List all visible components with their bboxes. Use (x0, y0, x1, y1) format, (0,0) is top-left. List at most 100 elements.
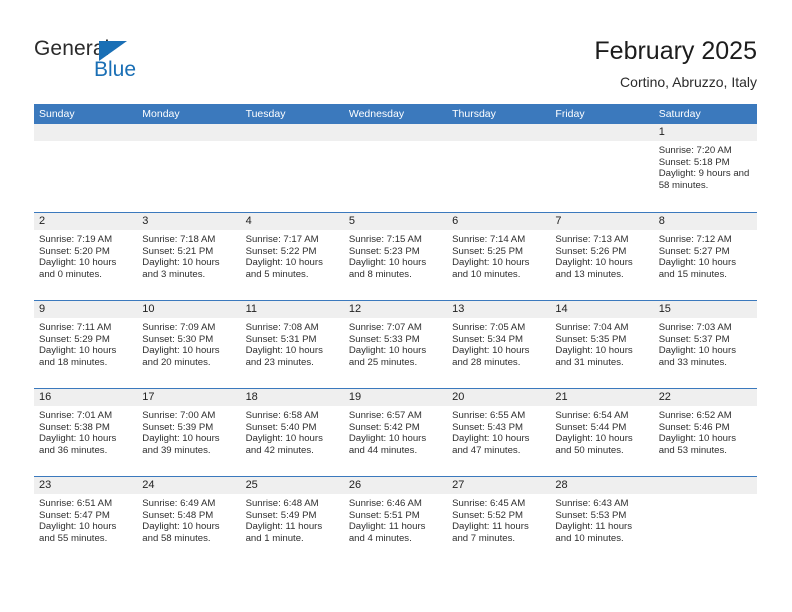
day-number-band (343, 124, 448, 141)
calendar-day-cell[interactable]: 8 Sunrise: 7:12 AM Sunset: 5:27 PM Daylight… (653, 213, 757, 300)
day-number: 27 (452, 479, 465, 491)
sunrise-text: Sunrise: 7:09 AM (142, 322, 216, 333)
day-number: 22 (658, 391, 671, 403)
sunrise-text: Sunrise: 6:46 AM (348, 498, 422, 509)
sunrise-text: Sunrise: 7:13 AM (555, 234, 629, 245)
calendar-day-cell[interactable]: 6 Sunrise: 7:14 AM Sunset: 5:25 PM Daylight… (447, 213, 551, 300)
calendar-week-row: 23 Sunrise: 6:51 AM Sunset: 5:47 PM Dayligh… (34, 476, 757, 564)
calendar-day-cell[interactable]: 10 Sunrise: 7:09 AM Sunset: 5:30 PM Dayligh… (137, 301, 241, 388)
calendar-day-cell[interactable]: 24 Sunrise: 6:49 AM Sunset: 5:48 PM Dayligh… (137, 477, 241, 564)
day-number-band: 10 (137, 301, 241, 318)
calendar-day-cell-empty (34, 124, 138, 212)
sunset-text: Sunset: 5:47 PM (39, 509, 110, 521)
title-block: February 2025 Cortino, Abruzzo, Italy (594, 36, 757, 92)
sunrise-text: Sunrise: 6:54 AM (555, 410, 629, 421)
day-number-band: 27 (447, 477, 551, 494)
day-number-band: 7 (550, 213, 654, 230)
weekday-header-row: Sunday Monday Tuesday Wednesday Thursday… (34, 104, 757, 124)
daylight-text: Daylight: 10 hours and 33 minutes. (658, 345, 737, 368)
sunset-text: Sunset: 5:29 PM (39, 333, 110, 345)
calendar-day-cell-empty (550, 124, 654, 212)
day-number: 4 (245, 215, 252, 227)
day-number-band: 9 (34, 301, 138, 318)
day-number: 21 (555, 391, 568, 403)
sunset-text: Sunset: 5:27 PM (658, 245, 730, 257)
calendar-day-cell[interactable]: 13 Sunrise: 7:05 AM Sunset: 5:34 PM Dayligh… (447, 301, 551, 388)
calendar-day-cell[interactable]: 17 Sunrise: 7:00 AM Sunset: 5:39 PM Dayligh… (137, 389, 241, 476)
calendar-day-cell[interactable]: 19 Sunrise: 6:57 AM Sunset: 5:42 PM Dayligh… (343, 389, 448, 476)
sunset-text: Sunset: 5:31 PM (245, 333, 317, 345)
sunrise-text: Sunrise: 7:19 AM (39, 234, 113, 245)
daylight-text: Daylight: 10 hours and 13 minutes. (555, 257, 633, 280)
calendar-day-cell[interactable]: 23 Sunrise: 6:51 AM Sunset: 5:47 PM Dayligh… (34, 477, 138, 564)
sunset-text: Sunset: 5:35 PM (555, 333, 627, 345)
day-number-band (550, 124, 654, 141)
calendar-day-cell-empty (343, 124, 448, 212)
calendar-day-cell[interactable]: 5 Sunrise: 7:15 AM Sunset: 5:23 PM Daylight… (343, 213, 448, 300)
day-details: Sunrise: 7:17 AM Sunset: 5:22 PM Daylight:… (241, 230, 344, 280)
day-number: 3 (142, 215, 149, 227)
daylight-text: Daylight: 10 hours and 47 minutes. (452, 433, 530, 456)
day-number: 18 (245, 391, 258, 403)
day-details: Sunrise: 7:14 AM Sunset: 5:25 PM Daylight:… (447, 230, 550, 280)
day-number-band: 28 (550, 477, 654, 494)
day-number-band: 17 (137, 389, 241, 406)
calendar-day-cell[interactable]: 15 Sunrise: 7:03 AM Sunset: 5:37 PM Dayligh… (653, 301, 757, 388)
calendar-day-cell[interactable]: 16 Sunrise: 7:01 AM Sunset: 5:38 PM Dayligh… (34, 389, 138, 476)
calendar-day-cell[interactable]: 4 Sunrise: 7:17 AM Sunset: 5:22 PM Daylight… (240, 213, 344, 300)
calendar-day-cell[interactable]: 22 Sunrise: 6:52 AM Sunset: 5:46 PM Dayligh… (653, 389, 757, 476)
day-number: 25 (245, 479, 258, 491)
day-number-band (137, 124, 241, 141)
calendar-day-cell[interactable]: 1 Sunrise: 7:20 AM Sunset: 5:18 PM Daylight… (653, 124, 757, 212)
location-subtitle: Cortino, Abruzzo, Italy (620, 74, 757, 90)
calendar-day-cell[interactable]: 12 Sunrise: 7:07 AM Sunset: 5:33 PM Dayligh… (343, 301, 448, 388)
weekday-header-monday: Monday (142, 108, 180, 120)
calendar-day-cell[interactable]: 18 Sunrise: 6:58 AM Sunset: 5:40 PM Dayligh… (240, 389, 344, 476)
day-details: Sunrise: 6:45 AM Sunset: 5:52 PM Daylight:… (447, 494, 550, 544)
calendar-day-cell[interactable]: 27 Sunrise: 6:45 AM Sunset: 5:52 PM Dayligh… (447, 477, 551, 564)
day-number-band (653, 477, 757, 494)
day-details: Sunrise: 7:04 AM Sunset: 5:35 PM Daylight:… (550, 318, 653, 368)
calendar-week-row: 2 Sunrise: 7:19 AM Sunset: 5:20 PM Daylight… (34, 212, 757, 300)
calendar-day-cell[interactable]: 3 Sunrise: 7:18 AM Sunset: 5:21 PM Daylight… (137, 213, 241, 300)
sunset-text: Sunset: 5:44 PM (555, 421, 627, 433)
daylight-text: Daylight: 10 hours and 39 minutes. (142, 433, 220, 456)
calendar-day-cell[interactable]: 11 Sunrise: 7:08 AM Sunset: 5:31 PM Dayligh… (240, 301, 344, 388)
day-number-band: 14 (550, 301, 654, 318)
calendar-day-cell[interactable]: 25 Sunrise: 6:48 AM Sunset: 5:49 PM Dayligh… (240, 477, 344, 564)
daylight-text: Daylight: 10 hours and 0 minutes. (39, 257, 117, 280)
day-details: Sunrise: 7:15 AM Sunset: 5:23 PM Daylight:… (344, 230, 447, 280)
calendar-day-cell[interactable]: 2 Sunrise: 7:19 AM Sunset: 5:20 PM Daylight… (34, 213, 138, 300)
day-number-band: 3 (137, 213, 241, 230)
sunrise-text: Sunrise: 7:14 AM (452, 234, 526, 245)
day-number-band: 18 (240, 389, 344, 406)
sunset-text: Sunset: 5:40 PM (245, 421, 317, 433)
calendar-day-cell[interactable]: 14 Sunrise: 7:04 AM Sunset: 5:35 PM Dayligh… (550, 301, 654, 388)
calendar-day-cell[interactable]: 21 Sunrise: 6:54 AM Sunset: 5:44 PM Dayligh… (550, 389, 654, 476)
sunset-text: Sunset: 5:37 PM (658, 333, 730, 345)
sunset-text: Sunset: 5:23 PM (348, 245, 420, 257)
daylight-text: Daylight: 10 hours and 50 minutes. (555, 433, 633, 456)
calendar-day-cell[interactable]: 7 Sunrise: 7:13 AM Sunset: 5:26 PM Daylight… (550, 213, 654, 300)
day-number-band: 24 (137, 477, 241, 494)
sunrise-text: Sunrise: 7:04 AM (555, 322, 629, 333)
general-blue-logo[interactable]: General Blue (34, 38, 164, 86)
weekday-header-thursday: Thursday (452, 108, 496, 120)
daylight-text: Daylight: 10 hours and 8 minutes. (348, 257, 427, 280)
day-number-band: 23 (34, 477, 138, 494)
sunrise-text: Sunrise: 6:45 AM (452, 498, 526, 509)
weekday-header-sunday: Sunday (39, 108, 75, 120)
daylight-text: Daylight: 10 hours and 5 minutes. (245, 257, 323, 280)
day-number-band: 22 (653, 389, 757, 406)
daylight-text: Daylight: 11 hours and 4 minutes. (348, 521, 426, 544)
calendar-day-cell[interactable]: 20 Sunrise: 6:55 AM Sunset: 5:43 PM Dayligh… (447, 389, 551, 476)
calendar-day-cell[interactable]: 26 Sunrise: 6:46 AM Sunset: 5:51 PM Dayligh… (343, 477, 448, 564)
sunset-text: Sunset: 5:22 PM (245, 245, 317, 257)
calendar-day-cell[interactable]: 28 Sunrise: 6:43 AM Sunset: 5:53 PM Dayligh… (550, 477, 654, 564)
day-number: 23 (39, 479, 52, 491)
day-number-band: 12 (343, 301, 448, 318)
daylight-text: Daylight: 10 hours and 10 minutes. (452, 257, 530, 280)
sunset-text: Sunset: 5:20 PM (39, 245, 110, 257)
calendar-day-cell[interactable]: 9 Sunrise: 7:11 AM Sunset: 5:29 PM Daylight… (34, 301, 138, 388)
day-number: 17 (142, 391, 155, 403)
